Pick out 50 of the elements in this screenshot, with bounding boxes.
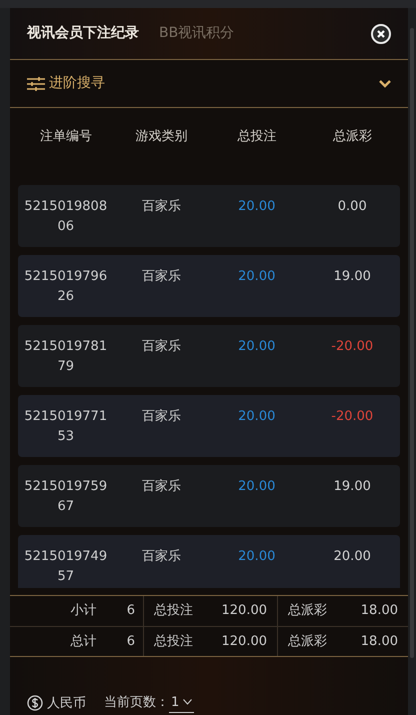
table-cell-text: 百家乐 bbox=[140, 478, 182, 496]
tab[interactable]: BB视讯积分 bbox=[159, 23, 234, 44]
advanced-search-toggle[interactable]: 进阶搜寻 bbox=[10, 60, 408, 108]
table-cell-text: 20.00 bbox=[332, 548, 372, 566]
tab[interactable]: 视讯会员下注纪录 bbox=[27, 23, 139, 44]
table-cell-text: 20.00 bbox=[237, 268, 276, 286]
column-header: 游戏类别 bbox=[134, 128, 188, 146]
total-label: 小计 bbox=[70, 602, 97, 620]
table-cell-text: 20.00 bbox=[237, 408, 276, 426]
table-cell-text: 521501974957 bbox=[23, 548, 108, 586]
total-label: 总派彩 bbox=[288, 602, 327, 620]
table-cell-text: 百家乐 bbox=[140, 548, 182, 566]
table-cell-text: 521501979626 bbox=[23, 268, 108, 306]
close-icon[interactable] bbox=[371, 24, 391, 44]
dollar-icon bbox=[27, 695, 43, 712]
total-count: 6 bbox=[126, 602, 135, 620]
chevron-icon bbox=[183, 699, 192, 706]
table-cell-text: 百家乐 bbox=[140, 338, 182, 356]
column-header: 总投注 bbox=[236, 128, 278, 146]
total-label: 总投注 bbox=[154, 602, 193, 620]
total-value: 18.00 bbox=[360, 632, 398, 651]
total-label: 总投注 bbox=[154, 632, 193, 651]
total-value: 120.00 bbox=[222, 602, 267, 620]
page-label: 当前页数： bbox=[104, 694, 169, 712]
column-header: 注单编号 bbox=[38, 128, 93, 146]
table-cell-text: 521501975967 bbox=[23, 478, 108, 516]
table-cell-text: 521501977153 bbox=[23, 408, 108, 446]
table-cell-text: -20.00 bbox=[330, 408, 374, 426]
table-cell-text: 0.00 bbox=[336, 198, 368, 216]
column-header: 总派彩 bbox=[332, 128, 373, 146]
page-select[interactable]: 1 bbox=[169, 692, 194, 713]
table-cell-text: 19.00 bbox=[332, 268, 372, 286]
total-count: 6 bbox=[126, 632, 135, 651]
table-cell-text: 521501978179 bbox=[23, 338, 108, 376]
total-value: 18.00 bbox=[360, 602, 398, 620]
table-cell-text: -20.00 bbox=[330, 338, 374, 356]
total-label: 总派彩 bbox=[288, 632, 327, 651]
table-cell-text: 20.00 bbox=[237, 548, 276, 566]
table-cell-text: 20.00 bbox=[237, 478, 276, 496]
total-label: 总计 bbox=[70, 632, 97, 651]
total-value: 120.00 bbox=[222, 632, 267, 651]
table-cell-text: 百家乐 bbox=[140, 268, 182, 286]
table-cell-text: 521501980806 bbox=[23, 198, 108, 236]
table-cell-text: 20.00 bbox=[237, 338, 276, 356]
currency-label: 人民币 bbox=[47, 694, 86, 712]
table-cell-text: 百家乐 bbox=[140, 408, 182, 426]
table-cell-text: 百家乐 bbox=[140, 198, 182, 216]
sliders-icon bbox=[27, 76, 45, 90]
table-cell-text: 20.00 bbox=[237, 198, 276, 216]
table-cell-text: 19.00 bbox=[332, 478, 372, 496]
